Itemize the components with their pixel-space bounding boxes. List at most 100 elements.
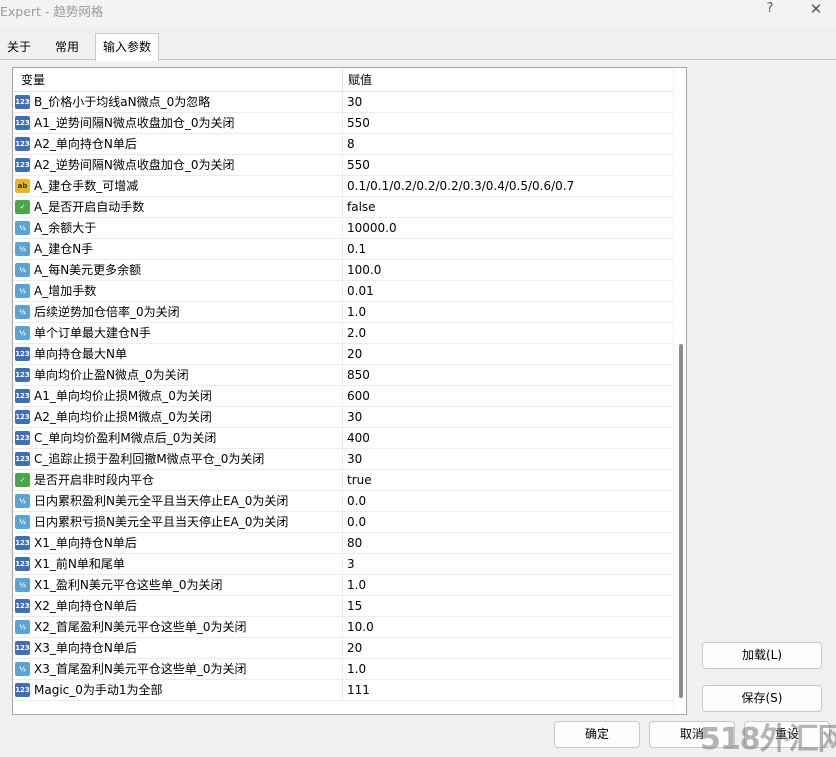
- vertical-scrollbar[interactable]: [673, 68, 686, 714]
- parameter-row[interactable]: 123 A1_逆势间隔N微点收盘加仓_0为关闭 550: [13, 113, 673, 134]
- close-button[interactable]: ✕: [804, 0, 828, 18]
- parameter-row[interactable]: ✓ 是否开启非时段内平仓 true: [13, 470, 673, 491]
- parameter-row[interactable]: ½ X1_盈利N美元平仓这些单_0为关闭 1.0: [13, 575, 673, 596]
- parameter-row[interactable]: ½ 日内累积亏损N美元全平且当天停止EA_0为关闭 0.0: [13, 512, 673, 533]
- parameter-value[interactable]: 10000.0: [347, 218, 397, 239]
- parameter-value[interactable]: 0.1/0.1/0.2/0.2/0.2/0.3/0.4/0.5/0.6/0.7: [347, 176, 574, 197]
- watermark-logo: 518外汇网: [700, 722, 836, 757]
- parameter-value[interactable]: 1.0: [347, 575, 366, 596]
- column-separator[interactable]: [342, 68, 343, 92]
- parameter-row[interactable]: 123 A2_单向持仓N单后 8: [13, 134, 673, 155]
- parameter-value[interactable]: 0.1: [347, 239, 366, 260]
- parameter-row[interactable]: ½ X2_首尾盈利N美元平仓这些单_0为关闭 10.0: [13, 617, 673, 638]
- cell-divider: [342, 533, 343, 554]
- double-type-icon: ½: [15, 221, 30, 235]
- parameter-row[interactable]: 123 X3_单向持仓N单后 20: [13, 638, 673, 659]
- parameter-row[interactable]: ½ 单个订单最大建仓N手 2.0: [13, 323, 673, 344]
- integer-type-icon: 123: [15, 536, 30, 550]
- parameter-value[interactable]: 0.0: [347, 491, 366, 512]
- parameter-row[interactable]: ½ X3_首尾盈利N美元平仓这些单_0为关闭 1.0: [13, 659, 673, 680]
- cell-divider: [342, 344, 343, 365]
- tab-about[interactable]: 关于: [0, 35, 38, 60]
- parameter-value[interactable]: 30: [347, 92, 362, 113]
- parameter-row[interactable]: 123 X1_前N单和尾单 3: [13, 554, 673, 575]
- parameter-value[interactable]: 850: [347, 365, 370, 386]
- parameter-value[interactable]: 400: [347, 428, 370, 449]
- parameter-name: X1_单向持仓N单后: [34, 536, 137, 550]
- parameter-value[interactable]: 15: [347, 596, 362, 617]
- parameter-value[interactable]: 0.01: [347, 281, 374, 302]
- parameter-row[interactable]: 123 单向均价止盈N微点_0为关闭 850: [13, 365, 673, 386]
- parameter-row[interactable]: ab A_建仓手数_可增减 0.1/0.1/0.2/0.2/0.2/0.3/0.4/…: [13, 176, 673, 197]
- parameter-row[interactable]: 123 Magic_0为手动1为全部 111: [13, 680, 673, 701]
- parameter-value[interactable]: 20: [347, 638, 362, 659]
- parameter-value[interactable]: 1.0: [347, 659, 366, 680]
- parameter-value[interactable]: 30: [347, 407, 362, 428]
- parameter-value[interactable]: 30: [347, 449, 362, 470]
- cell-divider: [342, 596, 343, 617]
- parameter-value[interactable]: 20: [347, 344, 362, 365]
- parameter-name: A_每N美元更多余额: [34, 263, 142, 277]
- parameter-value[interactable]: 600: [347, 386, 370, 407]
- parameter-name: 后续逆势加仓倍率_0为关闭: [34, 305, 180, 319]
- double-type-icon: ½: [15, 305, 30, 319]
- cell-divider: [342, 617, 343, 638]
- parameter-row[interactable]: 123 A2_逆势间隔N微点收盘加仓_0为关闭 550: [13, 155, 673, 176]
- parameter-value[interactable]: 3: [347, 554, 355, 575]
- double-type-icon: ½: [15, 242, 30, 256]
- parameter-value[interactable]: 80: [347, 533, 362, 554]
- cell-divider: [342, 323, 343, 344]
- parameter-name: Magic_0为手动1为全部: [34, 683, 163, 697]
- integer-type-icon: 123: [15, 116, 30, 130]
- scrollbar-thumb[interactable]: [679, 344, 683, 698]
- parameter-row[interactable]: 123 B_价格小于均线aN微点_0为忽略 30: [13, 92, 673, 113]
- help-button[interactable]: ?: [758, 0, 782, 18]
- cell-divider: [342, 638, 343, 659]
- parameter-row[interactable]: ½ 日内累积盈利N美元全平且当天停止EA_0为关闭 0.0: [13, 491, 673, 512]
- parameter-value[interactable]: 10.0: [347, 617, 374, 638]
- parameter-value[interactable]: 550: [347, 113, 370, 134]
- column-header-variable[interactable]: 变量: [21, 68, 45, 92]
- parameter-value[interactable]: 1.0: [347, 302, 366, 323]
- parameter-value[interactable]: true: [347, 470, 372, 491]
- cell-divider: [342, 218, 343, 239]
- parameter-value[interactable]: 8: [347, 134, 355, 155]
- cell-divider: [342, 260, 343, 281]
- parameter-row[interactable]: 123 A2_单向均价止损M微点_0为关闭 30: [13, 407, 673, 428]
- parameter-row[interactable]: ½ A_余额大于 10000.0: [13, 218, 673, 239]
- parameter-name: A_余额大于: [34, 221, 97, 235]
- parameter-row[interactable]: 123 C_单向均价盈利M微点后_0为关闭 400: [13, 428, 673, 449]
- save-button[interactable]: 保存(S): [702, 685, 822, 712]
- parameter-row[interactable]: ½ A_每N美元更多余额 100.0: [13, 260, 673, 281]
- tab-inputs[interactable]: 输入参数: [95, 33, 159, 61]
- parameter-row[interactable]: ✓ A_是否开启自动手数 false: [13, 197, 673, 218]
- parameter-value[interactable]: 111: [347, 680, 370, 701]
- parameter-name: 单向持仓最大N单: [34, 347, 127, 361]
- integer-type-icon: 123: [15, 431, 30, 445]
- parameter-value[interactable]: 550: [347, 155, 370, 176]
- cell-divider: [342, 407, 343, 428]
- parameter-row[interactable]: ½ A_建仓N手 0.1: [13, 239, 673, 260]
- cell-divider: [342, 428, 343, 449]
- parameter-row[interactable]: 123 X1_单向持仓N单后 80: [13, 533, 673, 554]
- parameter-row[interactable]: 123 单向持仓最大N单 20: [13, 344, 673, 365]
- load-button[interactable]: 加载(L): [702, 642, 822, 669]
- parameter-row[interactable]: 123 C_追踪止损于盈利回撤M微点平仓_0为关闭 30: [13, 449, 673, 470]
- window-title: Expert - 趋势网格: [0, 4, 104, 19]
- parameter-row[interactable]: ½ A_增加手数 0.01: [13, 281, 673, 302]
- parameter-value[interactable]: 2.0: [347, 323, 366, 344]
- parameter-row[interactable]: ½ 后续逆势加仓倍率_0为关闭 1.0: [13, 302, 673, 323]
- ok-button[interactable]: 确定: [554, 721, 640, 748]
- parameter-value[interactable]: false: [347, 197, 376, 218]
- tab-common[interactable]: 常用: [45, 35, 89, 60]
- parameter-value[interactable]: 0.0: [347, 512, 366, 533]
- parameter-value[interactable]: 100.0: [347, 260, 381, 281]
- parameter-name: 日内累积亏损N美元全平且当天停止EA_0为关闭: [34, 515, 289, 529]
- integer-type-icon: 123: [15, 683, 30, 697]
- cell-divider: [342, 554, 343, 575]
- grid-header: 变量 赋值: [13, 68, 673, 92]
- column-header-value[interactable]: 赋值: [348, 68, 372, 92]
- parameter-row[interactable]: 123 X2_单向持仓N单后 15: [13, 596, 673, 617]
- parameter-row[interactable]: 123 A1_单向均价止损M微点_0为关闭 600: [13, 386, 673, 407]
- parameters-grid: 变量 赋值 123 B_价格小于均线aN微点_0为忽略 30 123 A1_逆势间隔N微…: [12, 67, 687, 715]
